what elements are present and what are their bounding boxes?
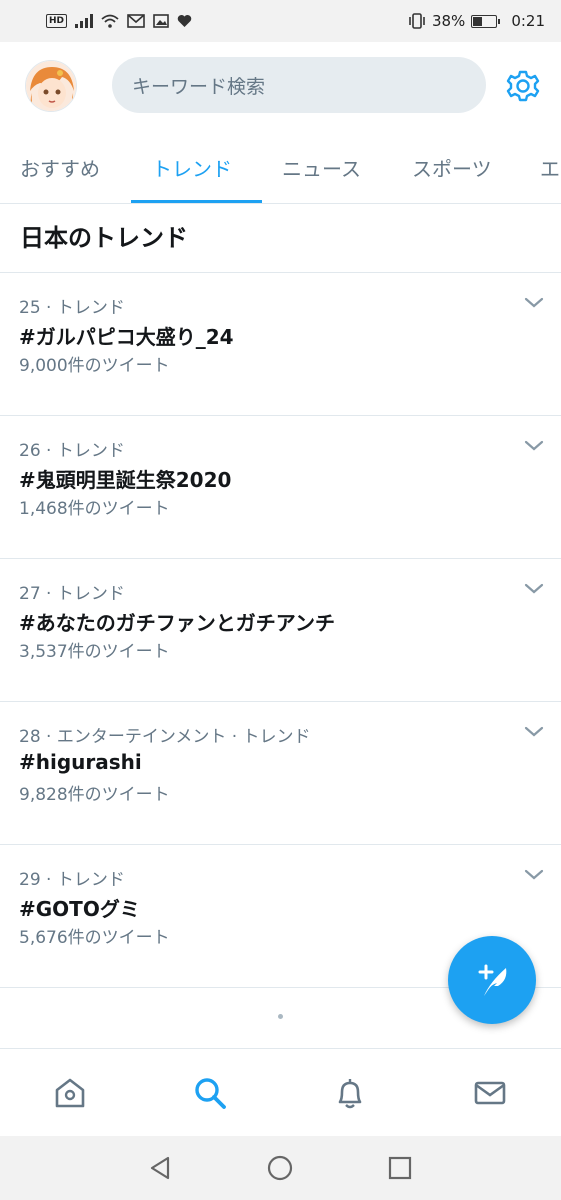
tab-label: おすすめ <box>20 156 100 181</box>
image-icon <box>153 14 169 28</box>
tab-label: エ <box>540 156 560 181</box>
tab-trends[interactable]: トレンド <box>152 130 232 203</box>
system-navigation-bar <box>0 1136 561 1200</box>
trend-tweet-count: 3,537件のツイート <box>19 642 170 662</box>
trend-meta: 25 · トレンド <box>19 298 125 318</box>
trend-name: #ガルパピコ大盛り_24 <box>19 325 234 349</box>
chevron-down-icon[interactable] <box>522 436 546 456</box>
trend-meta: 29 · トレンド <box>19 870 125 890</box>
heart-icon <box>177 15 192 27</box>
chevron-down-icon[interactable] <box>522 722 546 742</box>
avatar-image <box>26 61 76 111</box>
home-circle-icon[interactable] <box>266 1154 294 1182</box>
gear-icon[interactable] <box>503 66 543 106</box>
trend-tweet-count: 5,676件のツイート <box>19 928 170 948</box>
status-bar: HD 38% 0:21 <box>0 0 561 42</box>
top-header: キーワード検索 <box>0 42 561 130</box>
chevron-down-icon[interactable] <box>522 579 546 599</box>
messages-icon[interactable] <box>472 1075 508 1111</box>
explore-tabs: おすすめ トレンド ニュース スポーツ エ <box>0 130 561 204</box>
status-time: 0:21 <box>511 12 545 30</box>
compose-tweet-icon <box>478 964 507 996</box>
section-title: 日本のトレンド <box>20 224 188 252</box>
status-left-icons: HD <box>46 14 192 28</box>
tab-label: トレンド <box>152 156 232 181</box>
trend-name: #higurashi <box>19 750 142 774</box>
trend-item[interactable]: 28 · エンターテインメント · トレンド #higurashi 9,828件… <box>0 702 561 845</box>
recents-icon[interactable] <box>386 1154 414 1182</box>
loading-indicator <box>278 1014 283 1019</box>
home-icon[interactable] <box>52 1075 88 1111</box>
profile-avatar[interactable] <box>25 60 77 112</box>
chevron-down-icon[interactable] <box>522 293 546 313</box>
battery-level <box>473 16 483 26</box>
trend-item[interactable]: 25 · トレンド #ガルパピコ大盛り_24 9,000件のツイート <box>0 273 561 416</box>
trend-tweet-count: 1,468件のツイート <box>19 499 170 519</box>
mail-icon <box>127 14 145 28</box>
status-right: 38% 0:21 <box>408 12 545 30</box>
search-icon[interactable] <box>192 1075 228 1111</box>
trend-tweet-count: 9,828件のツイート <box>19 785 170 805</box>
trend-item[interactable]: 26 · トレンド #鬼頭明里誕生祭2020 1,468件のツイート <box>0 416 561 559</box>
bottom-navigation <box>0 1048 561 1136</box>
vibrate-icon <box>409 13 425 29</box>
trend-name: #あなたのガチファンとガチアンチ <box>19 611 335 635</box>
trend-item[interactable]: 27 · トレンド #あなたのガチファンとガチアンチ 3,537件のツイート <box>0 559 561 702</box>
tab-label: ニュース <box>282 156 361 181</box>
wifi-icon <box>101 14 119 28</box>
battery-percent: 38% <box>431 12 466 30</box>
trend-name: #鬼頭明里誕生祭2020 <box>19 468 232 492</box>
search-input[interactable]: キーワード検索 <box>112 57 486 113</box>
notifications-icon[interactable] <box>332 1075 368 1111</box>
tab-sports[interactable]: スポーツ <box>412 130 492 203</box>
trend-meta: 27 · トレンド <box>19 584 125 604</box>
trend-tweet-count: 9,000件のツイート <box>19 356 170 376</box>
tab-news[interactable]: ニュース <box>282 130 361 203</box>
back-icon[interactable] <box>146 1154 174 1182</box>
tab-entertainment[interactable]: エ <box>540 130 560 203</box>
battery-icon <box>471 14 501 28</box>
hd-indicator: HD <box>46 14 68 28</box>
trend-name: #GOTOグミ <box>19 897 140 921</box>
tab-recommended[interactable]: おすすめ <box>20 130 100 203</box>
compose-tweet-button[interactable] <box>448 936 536 1024</box>
trend-meta: 28 · エンターテインメント · トレンド <box>19 727 311 747</box>
trend-meta: 26 · トレンド <box>19 441 125 461</box>
signal-icon <box>75 14 94 28</box>
search-placeholder: キーワード検索 <box>132 75 266 98</box>
chevron-down-icon[interactable] <box>522 865 546 885</box>
tab-label: スポーツ <box>412 156 492 181</box>
active-tab-indicator <box>131 200 262 203</box>
